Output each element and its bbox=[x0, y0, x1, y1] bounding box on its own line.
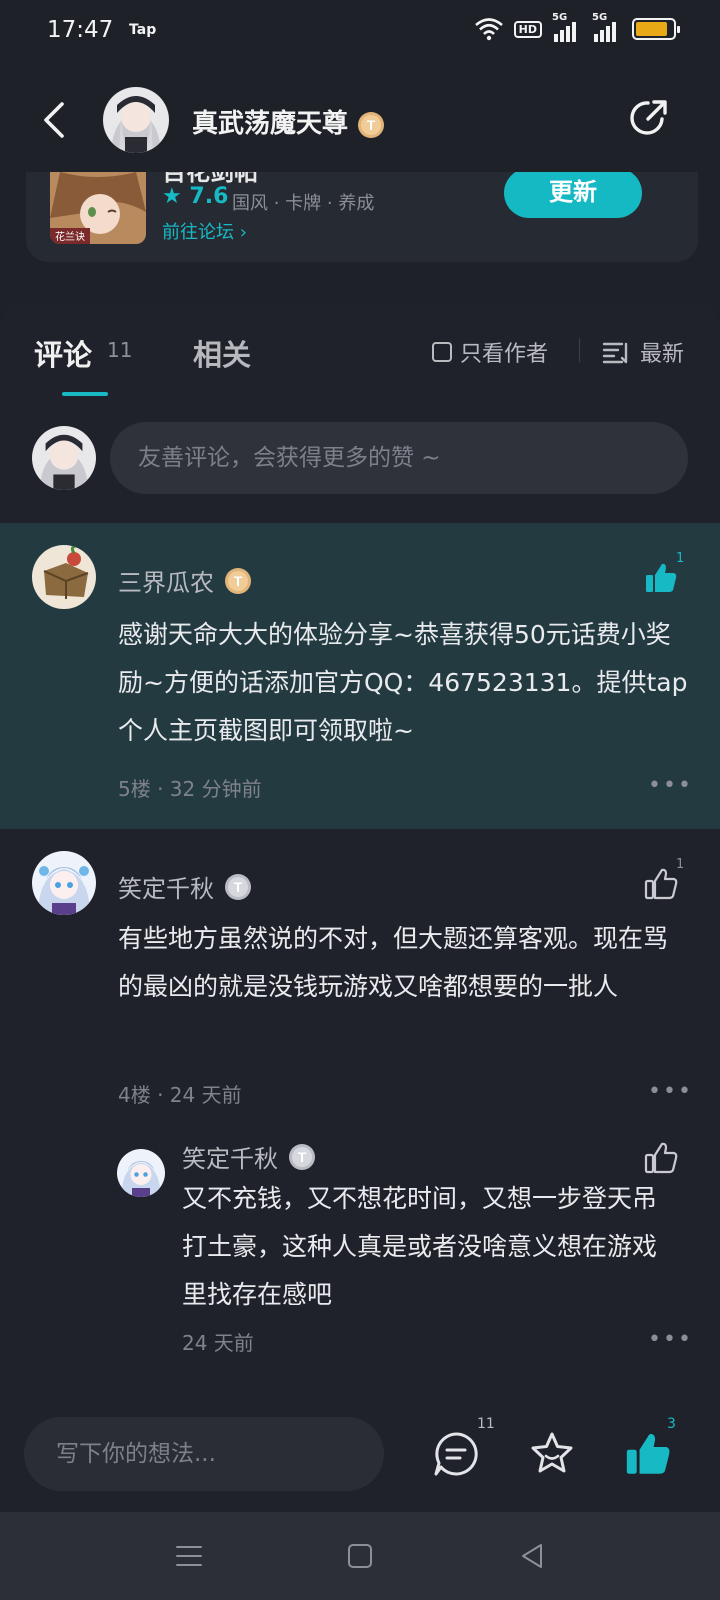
forum-link[interactable]: 前往论坛 › bbox=[162, 218, 247, 244]
tab-related[interactable]: 相关 bbox=[193, 332, 251, 374]
more-options-icon[interactable]: ••• bbox=[648, 1079, 693, 1104]
replier-avatar[interactable] bbox=[117, 1149, 165, 1197]
like-icon[interactable] bbox=[644, 867, 678, 901]
comment-item[interactable]: 三界瓜农 T 1 感谢天命大大的体验分享~恭喜获得50元话费小奖励~方便的话添加… bbox=[0, 523, 720, 829]
level-badge-icon: T bbox=[358, 111, 385, 138]
tab-bar: 评论 11 相关 只看作者 最新 bbox=[0, 302, 720, 402]
signal-icon-sim1: 5G bbox=[552, 12, 582, 42]
replier-name[interactable]: 笑定千秋 T bbox=[182, 1139, 316, 1174]
like-icon-filled[interactable] bbox=[644, 561, 678, 595]
svg-text:T: T bbox=[234, 879, 243, 895]
like-count: 3 bbox=[667, 1416, 676, 1432]
more-options-icon[interactable]: ••• bbox=[648, 773, 693, 798]
like-icon[interactable] bbox=[644, 1141, 678, 1175]
star-icon: ★ bbox=[162, 184, 182, 209]
chevron-right-icon: › bbox=[239, 222, 247, 243]
game-card[interactable]: 花兰诀 百花剑帖 ★ 7.6 国风 · 卡牌 · 养成 前往论坛 › 更新 bbox=[26, 172, 698, 262]
status-bar: 17:47 Tap HD 5G 5G bbox=[0, 0, 720, 64]
svg-text:花兰诀: 花兰诀 bbox=[55, 230, 85, 243]
status-icons: HD 5G 5G bbox=[474, 12, 680, 42]
menu-icon[interactable] bbox=[173, 1540, 205, 1572]
hd-icon: HD bbox=[513, 20, 542, 38]
tab-comments[interactable]: 评论 bbox=[34, 332, 92, 374]
commenter-avatar[interactable] bbox=[32, 545, 96, 609]
game-tags: 国风 · 卡牌 · 养成 bbox=[232, 193, 375, 214]
commenter-name[interactable]: 三界瓜农 T bbox=[118, 563, 252, 598]
comment-icon[interactable] bbox=[432, 1430, 480, 1478]
commenter-name[interactable]: 笑定千秋 T bbox=[118, 869, 252, 904]
comment-count: 11 bbox=[477, 1416, 495, 1432]
more-options-icon[interactable]: ••• bbox=[648, 1327, 693, 1352]
thoughts-input[interactable]: 写下你的想法... bbox=[24, 1417, 384, 1491]
svg-text:T: T bbox=[367, 117, 376, 133]
checkbox-icon[interactable] bbox=[432, 342, 452, 362]
comment-meta: 5楼 · 32 分钟前 bbox=[118, 777, 262, 801]
update-button[interactable]: 更新 bbox=[504, 172, 642, 218]
reply-text: 又不充钱，又不想花时间，又想一步登天吊打土豪，这种人真是或者没啥意义想在游戏里找… bbox=[182, 1184, 658, 1309]
wifi-icon bbox=[474, 18, 503, 41]
comment-meta: 4楼 · 24 天前 bbox=[118, 1083, 242, 1107]
comment-text: 感谢天命大大的体验分享~恭喜获得50元话费小奖励~方便的话添加官方QQ：4675… bbox=[118, 620, 688, 745]
divider bbox=[579, 338, 580, 362]
sort-icon bbox=[602, 342, 628, 364]
like-count: 1 bbox=[676, 857, 685, 872]
svg-text:T: T bbox=[234, 573, 243, 589]
bottom-action-bar: 写下你的想法... 11 3 bbox=[0, 1400, 720, 1512]
share-icon[interactable] bbox=[628, 97, 670, 139]
comments-count: 11 bbox=[107, 338, 133, 362]
like-icon-filled[interactable] bbox=[624, 1430, 672, 1478]
reply-meta: 24 天前 bbox=[182, 1331, 254, 1355]
battery-icon bbox=[632, 18, 680, 40]
home-icon[interactable] bbox=[344, 1540, 376, 1572]
comment-composer: 友善评论，会获得更多的赞 ~ bbox=[0, 422, 720, 502]
game-rating: ★ 7.6 bbox=[162, 184, 229, 209]
level-badge-icon: T bbox=[225, 567, 251, 594]
battery-level bbox=[636, 22, 667, 36]
author-only-toggle[interactable]: 只看作者 bbox=[432, 336, 548, 368]
like-count: 1 bbox=[676, 551, 685, 566]
commenter-avatar[interactable] bbox=[32, 851, 96, 915]
my-avatar[interactable] bbox=[32, 426, 96, 490]
back-icon[interactable] bbox=[38, 100, 70, 140]
comment-text: 有些地方虽然说的不对，但大题还算客观。现在骂的最凶的就是没钱玩游戏又啥都想要的一… bbox=[118, 924, 669, 1001]
favorite-star-icon[interactable] bbox=[528, 1430, 576, 1478]
sort-button[interactable]: 最新 bbox=[602, 336, 684, 368]
author-avatar[interactable] bbox=[103, 87, 169, 153]
signal-icon-sim2: 5G bbox=[592, 12, 622, 42]
comment-item[interactable]: 笑定千秋 T 1 有些地方虽然说的不对，但大题还算客观。现在骂的最凶的就是没钱玩… bbox=[0, 829, 720, 1129]
level-badge-icon: T bbox=[289, 1143, 315, 1170]
active-tab-indicator bbox=[62, 392, 108, 396]
game-cover-image[interactable]: 花兰诀 bbox=[50, 172, 146, 244]
status-time: 17:47 bbox=[47, 17, 114, 43]
status-app-label: Tap bbox=[129, 22, 157, 38]
reply-item[interactable]: 笑定千秋 T 又不充钱，又不想花时间，又想一步登天吊打土豪，这种人真是或者没啥意… bbox=[0, 1129, 720, 1379]
level-badge-icon: T bbox=[225, 873, 251, 900]
system-nav-bar bbox=[0, 1512, 720, 1600]
back-nav-icon[interactable] bbox=[516, 1540, 548, 1572]
author-name[interactable]: 真武荡魔天尊 T bbox=[192, 103, 385, 140]
svg-text:T: T bbox=[298, 1149, 307, 1165]
comment-input[interactable]: 友善评论，会获得更多的赞 ~ bbox=[110, 422, 688, 494]
top-app-bar: 真武荡魔天尊 T bbox=[0, 80, 720, 160]
